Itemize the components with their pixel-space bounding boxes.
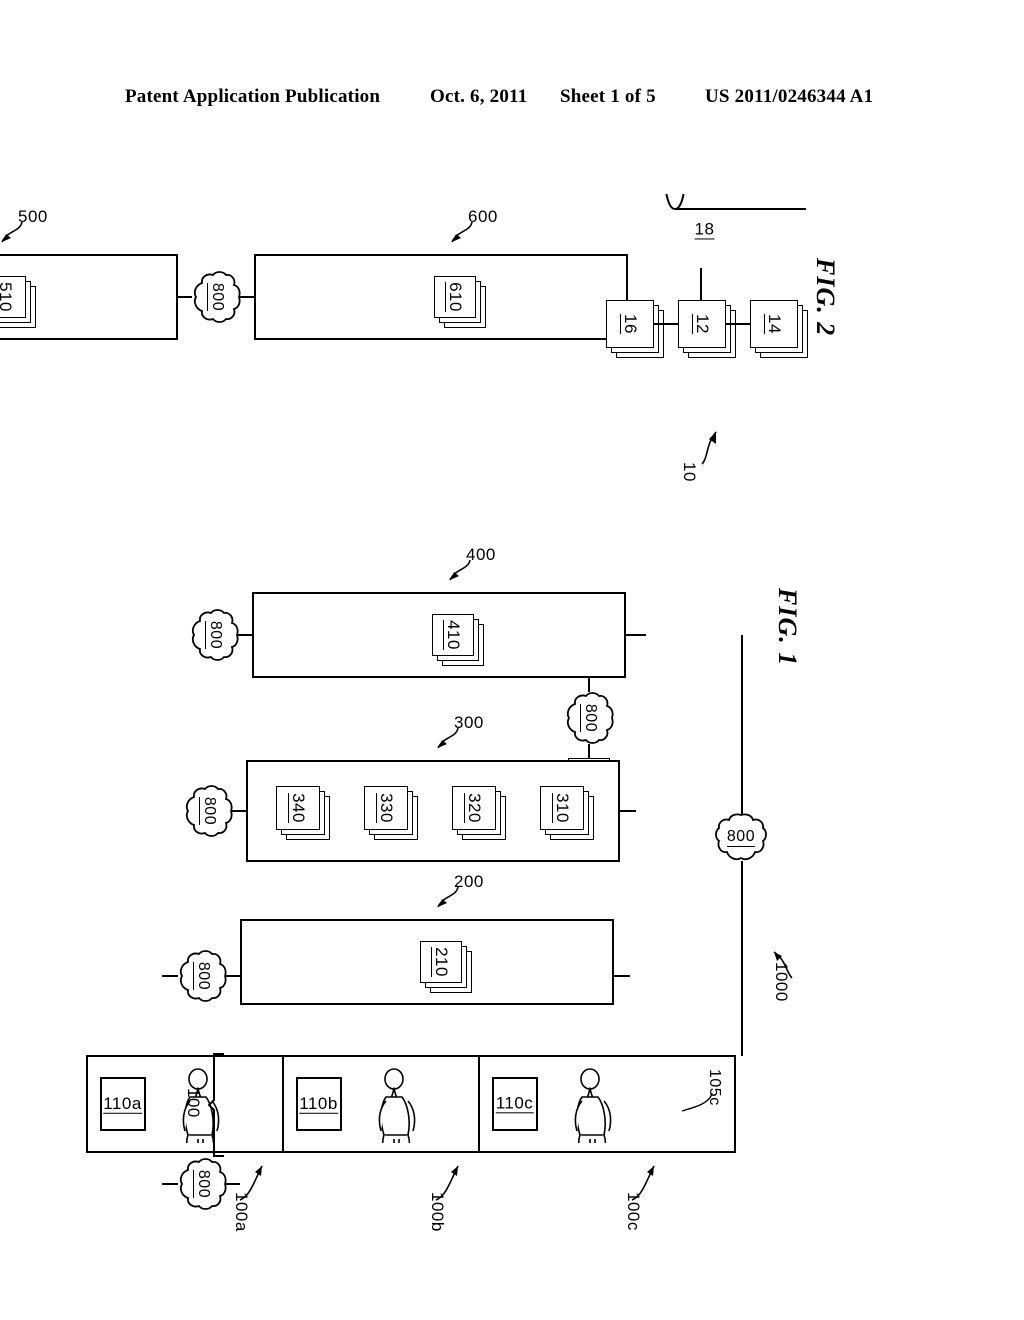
cloud-800-e: 800 <box>182 784 234 838</box>
leader-400 <box>449 559 471 581</box>
device-box-110c: 110c <box>492 1077 538 1131</box>
ref-100b: 100b <box>428 1192 447 1232</box>
leader-105c <box>681 1092 713 1112</box>
leader-600 <box>451 221 473 243</box>
cloud-800-g: 800 <box>176 1157 228 1211</box>
database-label: 18 <box>694 219 715 240</box>
cloud-800-a: 800 <box>190 270 242 324</box>
leader-1000 <box>773 951 793 979</box>
patent-number: US 2011/0246344 A1 <box>705 86 874 107</box>
stack-label: 310 <box>552 793 573 823</box>
stack-sheet-front: 16 <box>606 300 654 348</box>
stack-sheet-front: 12 <box>678 300 726 348</box>
stack-label: 330 <box>376 793 397 823</box>
connector-300-cloud <box>232 810 246 812</box>
figure-1-caption: FIG. 1 <box>773 588 802 667</box>
cloud-800-f: 800 <box>176 949 228 1003</box>
sheet-number: Sheet 1 of 5 <box>560 86 656 107</box>
publication-date: Oct. 6, 2011 <box>430 86 528 107</box>
person-figure-105b <box>352 1065 482 1168</box>
cloud-label: 800 <box>193 961 212 991</box>
stack-label: 410 <box>443 620 464 650</box>
connector-12-to-16 <box>654 323 678 325</box>
cloud-label: 800 <box>207 282 226 312</box>
stack-320: 320 <box>452 786 506 840</box>
stack-sheet-front: 14 <box>750 300 798 348</box>
ref-10: 10 <box>680 462 699 482</box>
stack-510: 510 <box>0 276 36 328</box>
stack-label: 210 <box>431 947 452 977</box>
connector-400-to-cloud-700 <box>588 678 590 692</box>
cloud-800-h: 800 <box>714 812 768 864</box>
connector-cloud-200 <box>612 975 630 977</box>
connector-200-cloud-a <box>226 975 240 977</box>
connector-cloud-400 <box>626 634 646 636</box>
connector-14-to-12 <box>726 323 750 325</box>
stack-sheet-front: 310 <box>540 786 584 830</box>
stack-sheet-front: 510 <box>0 276 26 318</box>
stack-610: 610 <box>434 276 486 328</box>
cloud-label: 800 <box>193 1169 212 1199</box>
cloud-label: 800 <box>199 796 218 826</box>
stack-label: 14 <box>764 314 785 334</box>
cloud-800-c: 800 <box>563 691 615 745</box>
stack-sheet-front: 330 <box>364 786 408 830</box>
stack-sheet-front: 210 <box>420 941 462 983</box>
stack-node-12: 12 <box>678 300 736 358</box>
connector-cloud-b-unit <box>162 1183 178 1185</box>
ref-100a: 100a <box>232 1192 251 1232</box>
stack-410: 410 <box>432 614 484 666</box>
leader-300 <box>437 727 459 749</box>
cloud-label: 800 <box>205 620 224 650</box>
system-trunk-line-1000 <box>741 635 743 815</box>
figure-2-caption: FIG. 2 <box>811 258 840 337</box>
connector-600-cloud <box>240 296 254 298</box>
cloud-label: 800 <box>580 703 599 733</box>
stack-node-16: 16 <box>606 300 664 358</box>
cloud-label: 800 <box>726 828 756 847</box>
device-label: 110b <box>299 1093 339 1114</box>
leader-200 <box>437 886 459 908</box>
stack-label: 16 <box>620 314 641 334</box>
device-label: 110c <box>496 1093 534 1114</box>
stack-310: 310 <box>540 786 594 840</box>
cloud-800-d: 800 <box>188 608 240 662</box>
stack-label: 340 <box>288 793 309 823</box>
ref-100-group: 100 <box>184 1088 203 1118</box>
page-header: Patent Application Publication Oct. 6, 2… <box>0 86 1024 116</box>
stack-sheet-front: 340 <box>276 786 320 830</box>
ref-100c: 100c <box>624 1192 643 1231</box>
stack-340: 340 <box>276 786 330 840</box>
stack-node-14: 14 <box>750 300 808 358</box>
connector-400-cloud <box>238 634 252 636</box>
device-label: 110a <box>103 1093 143 1114</box>
device-box-110a: 110a <box>100 1077 146 1131</box>
person-figure-105c <box>548 1065 678 1168</box>
stack-sheet-front: 320 <box>452 786 496 830</box>
stack-label: 12 <box>692 314 713 334</box>
stack-sheet-front: 610 <box>434 276 476 318</box>
connector-cloud-a-unit <box>162 975 178 977</box>
system-trunk-line-lower <box>741 861 743 1056</box>
stack-label: 510 <box>0 277 25 317</box>
stack-sheet-front: 410 <box>432 614 474 656</box>
device-box-110b: 110b <box>296 1077 342 1131</box>
group-bracket-100 <box>208 1053 224 1157</box>
connector-cloud-300 <box>618 810 636 812</box>
connector-18-to-12 <box>700 268 702 300</box>
stack-210: 210 <box>420 941 472 993</box>
stack-label: 320 <box>464 793 485 823</box>
leader-500 <box>1 221 23 243</box>
stack-label: 610 <box>445 282 466 312</box>
database-cylinder-18: 18 <box>594 140 875 268</box>
publication-label: Patent Application Publication <box>125 86 381 107</box>
connector-cloud-500 <box>178 296 192 298</box>
stack-330: 330 <box>364 786 418 840</box>
